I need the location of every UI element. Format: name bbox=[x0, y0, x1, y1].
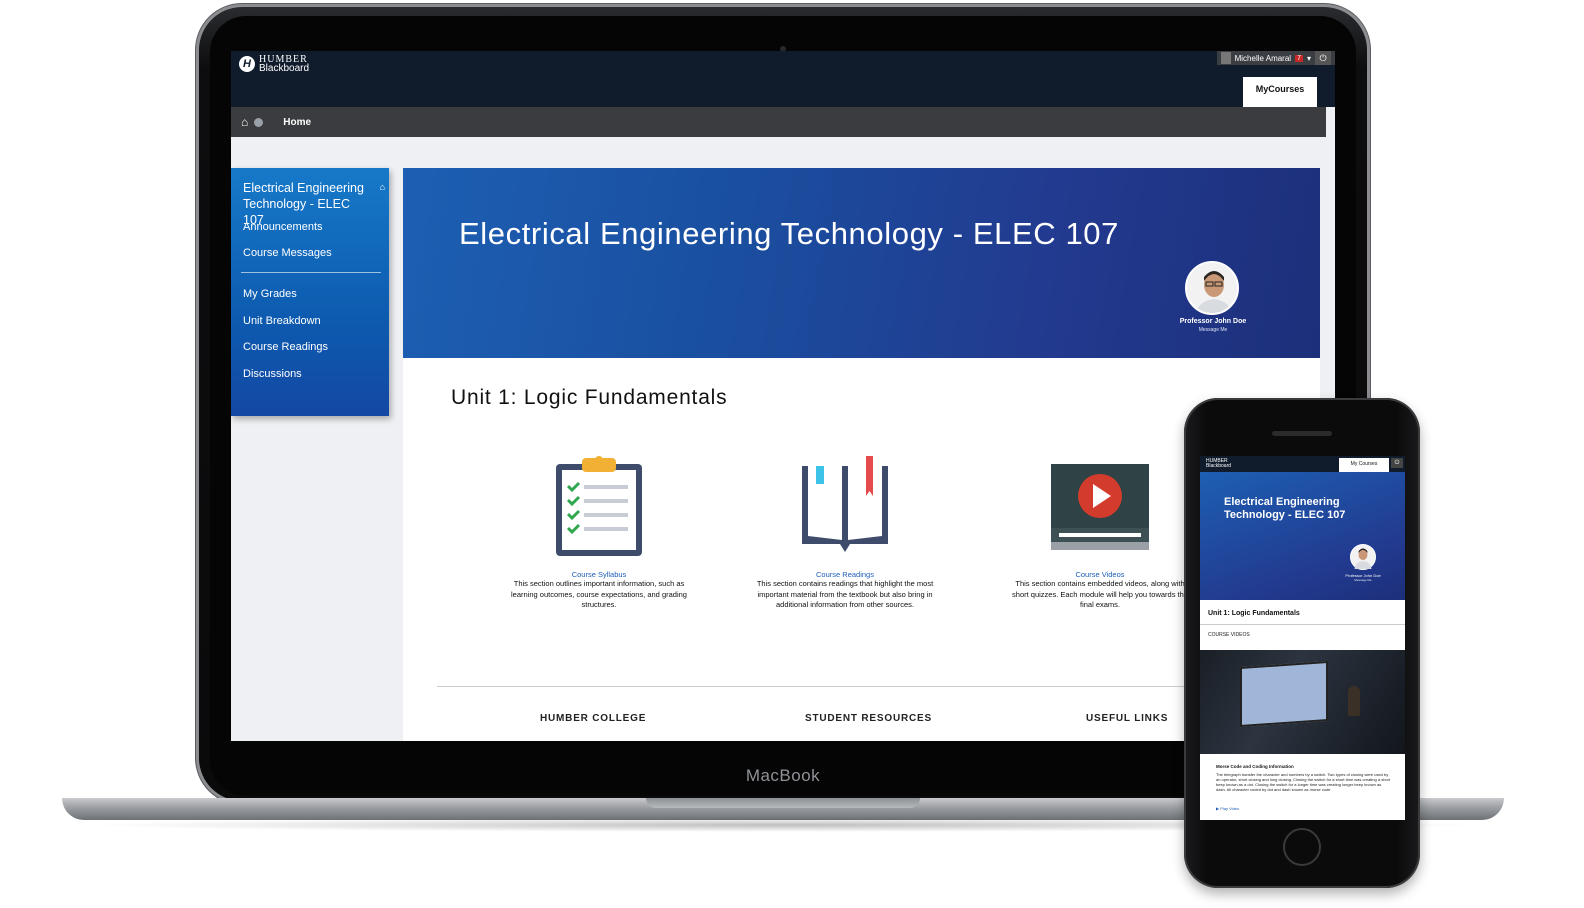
course-content: Electrical Engineering Technology - ELEC… bbox=[403, 168, 1320, 741]
laptop-notch bbox=[646, 798, 920, 808]
menu-divider bbox=[241, 272, 381, 273]
phone-tab-my-courses[interactable]: My Courses bbox=[1339, 458, 1389, 472]
video-play-icon[interactable] bbox=[1045, 456, 1155, 556]
logo-text: HUMBER Blackboard bbox=[259, 55, 310, 74]
course-readings-link[interactable]: Course Readings bbox=[756, 570, 934, 579]
chevron-down-icon[interactable]: ▾ bbox=[1307, 54, 1311, 63]
menu-item-announcements[interactable]: Announcements bbox=[243, 221, 323, 233]
phone-divider bbox=[1200, 624, 1405, 625]
phone-header: HUMBER Blackboard My Courses ⏻ bbox=[1200, 456, 1405, 472]
resource-videos[interactable]: Course Videos This section contains embe… bbox=[1011, 456, 1189, 611]
professor-avatar[interactable] bbox=[1185, 261, 1239, 315]
video-projection-screen bbox=[1240, 660, 1328, 728]
course-syllabus-description: This section outlines important informat… bbox=[511, 579, 687, 609]
unit-title: Unit 1: Logic Fundamentals bbox=[451, 386, 728, 409]
phone-device: HUMBER Blackboard My Courses ⏻ Electrica… bbox=[1184, 398, 1420, 888]
user-avatar bbox=[1220, 52, 1231, 64]
footer-divider bbox=[437, 686, 1187, 687]
top-header: H HUMBER Blackboard Michelle Amaral 7 ▾ … bbox=[231, 51, 1335, 107]
course-videos-description: This section contains embedded videos, a… bbox=[1012, 579, 1188, 609]
professor-name: Professor John Doe bbox=[1179, 318, 1247, 325]
phone-humber-logo[interactable]: HUMBER Blackboard bbox=[1206, 459, 1231, 469]
course-videos-link[interactable]: Course Videos bbox=[1011, 570, 1189, 579]
play-video-label: Play Video bbox=[1220, 806, 1240, 811]
phone-section-label: COURSE VIDEOS bbox=[1208, 632, 1250, 638]
resource-readings[interactable]: Course Readings This section contains re… bbox=[756, 456, 934, 611]
menu-item-course-messages[interactable]: Course Messages bbox=[243, 247, 332, 259]
phone-professor-avatar[interactable] bbox=[1350, 544, 1376, 570]
laptop-screen: H HUMBER Blackboard Michelle Amaral 7 ▾ … bbox=[231, 51, 1335, 741]
menu-item-course-readings[interactable]: Course Readings bbox=[243, 341, 328, 353]
course-banner: Electrical Engineering Technology - ELEC… bbox=[403, 168, 1320, 358]
phone-video-thumbnail[interactable] bbox=[1200, 650, 1405, 754]
message-me-link[interactable]: Message Me bbox=[1163, 327, 1263, 333]
course-readings-description: This section contains readings that high… bbox=[756, 579, 934, 609]
logo-line-2: Blackboard bbox=[259, 63, 310, 74]
phone-play-video-link[interactable]: ▶ Play Video bbox=[1216, 806, 1239, 811]
humber-logo-icon: H bbox=[239, 56, 255, 72]
menu-item-discussions[interactable]: Discussions bbox=[243, 368, 302, 380]
phone-logo-line-2: Blackboard bbox=[1206, 463, 1232, 469]
page-title: Electrical Engineering Technology - ELEC… bbox=[459, 216, 1119, 251]
breadcrumb: ⌂ Home bbox=[231, 107, 1326, 137]
menu-item-my-grades[interactable]: My Grades bbox=[243, 288, 297, 300]
open-book-icon[interactable] bbox=[790, 456, 900, 556]
phone-home-button[interactable] bbox=[1283, 828, 1321, 866]
course-syllabus-link[interactable]: Course Syllabus bbox=[510, 570, 688, 579]
phone-course-banner: Electrical Engineering Technology - ELEC… bbox=[1200, 472, 1405, 600]
user-name: Michelle Amaral bbox=[1234, 53, 1292, 63]
resource-syllabus[interactable]: Course Syllabus This section outlines im… bbox=[510, 456, 688, 611]
phone-power-icon[interactable]: ⏻ bbox=[1391, 458, 1403, 468]
user-menu[interactable]: Michelle Amaral 7 ▾ ⏻ bbox=[1216, 51, 1335, 65]
phone-page-title: Electrical Engineering Technology - ELEC… bbox=[1224, 496, 1346, 521]
footer-humber-college[interactable]: HUMBER COLLEGE bbox=[540, 713, 646, 724]
menu-toggle-icon[interactable] bbox=[254, 117, 264, 127]
video-presenter bbox=[1348, 686, 1360, 716]
humber-logo[interactable]: H HUMBER Blackboard bbox=[239, 55, 310, 74]
phone-screen: HUMBER Blackboard My Courses ⏻ Electrica… bbox=[1200, 456, 1405, 820]
home-icon[interactable]: ⌂ bbox=[241, 115, 248, 129]
tab-mycourses[interactable]: MyCourses bbox=[1243, 77, 1317, 107]
footer-student-resources[interactable]: STUDENT RESOURCES bbox=[805, 713, 932, 724]
course-home-icon[interactable]: ⌂ bbox=[380, 182, 385, 192]
phone-speaker bbox=[1272, 431, 1332, 436]
menu-item-unit-breakdown[interactable]: Unit Breakdown bbox=[243, 315, 321, 327]
clipboard-checklist-icon[interactable] bbox=[544, 456, 654, 556]
phone-message-me-link[interactable]: Message Me bbox=[1338, 578, 1388, 582]
footer-useful-links[interactable]: USEFUL LINKS bbox=[1086, 713, 1168, 724]
phone-video-title: Morse Code and Coding Information bbox=[1216, 764, 1294, 769]
phone-unit-title: Unit 1: Logic Fundamentals bbox=[1208, 610, 1300, 617]
notification-badge[interactable]: 7 bbox=[1295, 54, 1303, 62]
breadcrumb-home[interactable]: Home bbox=[283, 117, 311, 128]
power-icon[interactable]: ⏻ bbox=[1315, 51, 1331, 65]
course-menu: Electrical Engineering Technology - ELEC… bbox=[231, 168, 389, 416]
phone-video-description: The telegraph transfer the character and… bbox=[1216, 772, 1391, 792]
